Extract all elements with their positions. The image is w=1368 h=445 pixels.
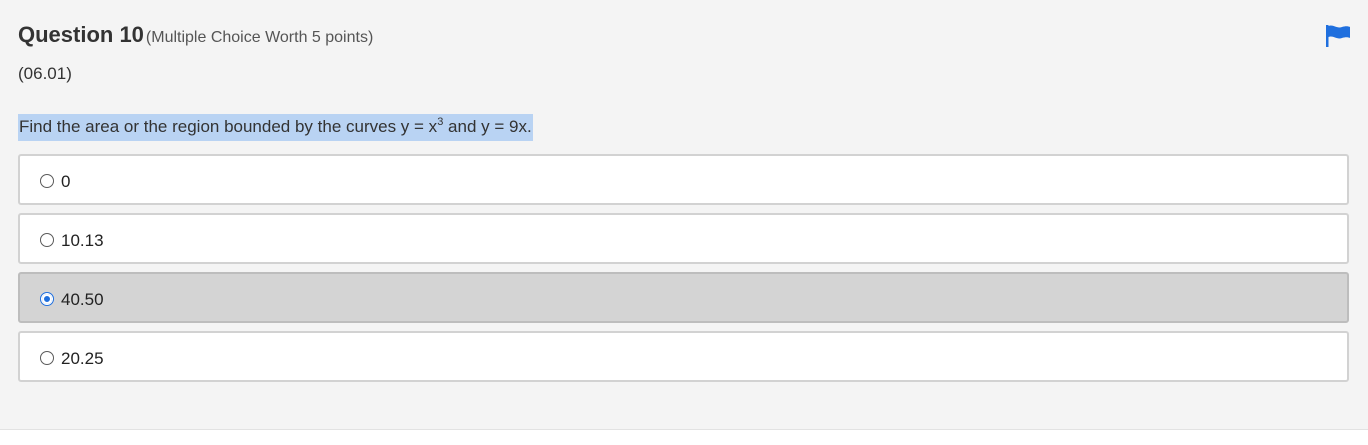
answer-options: 0 10.13 40.50 20.25 [18,154,1349,390]
answer-option-label: 0 [61,172,71,191]
answer-option[interactable]: 20.25 [18,331,1349,382]
question-header: Question 10 (Multiple Choice Worth 5 poi… [18,22,373,48]
radio-button[interactable] [40,233,54,247]
question-title: Question 10 [18,22,144,47]
question-panel: Question 10 (Multiple Choice Worth 5 poi… [0,0,1368,430]
question-prompt: Find the area or the region bounded by t… [18,114,533,141]
answer-option-label: 20.25 [61,349,104,368]
prompt-text-before: Find the area or the region bounded by t… [19,117,438,136]
radio-button-checked[interactable] [40,292,54,306]
answer-option[interactable]: 0 [18,154,1349,205]
radio-button[interactable] [40,174,54,188]
answer-option-selected[interactable]: 40.50 [18,272,1349,323]
question-worth: (Multiple Choice Worth 5 points) [145,29,374,46]
answer-option[interactable]: 10.13 [18,213,1349,264]
question-standard: (06.01) [18,64,72,83]
radio-button[interactable] [40,351,54,365]
answer-option-label: 10.13 [61,231,104,250]
prompt-text-after: and y = 9x. [443,117,532,136]
answer-option-label: 40.50 [61,290,104,309]
flag-icon[interactable] [1325,24,1351,48]
